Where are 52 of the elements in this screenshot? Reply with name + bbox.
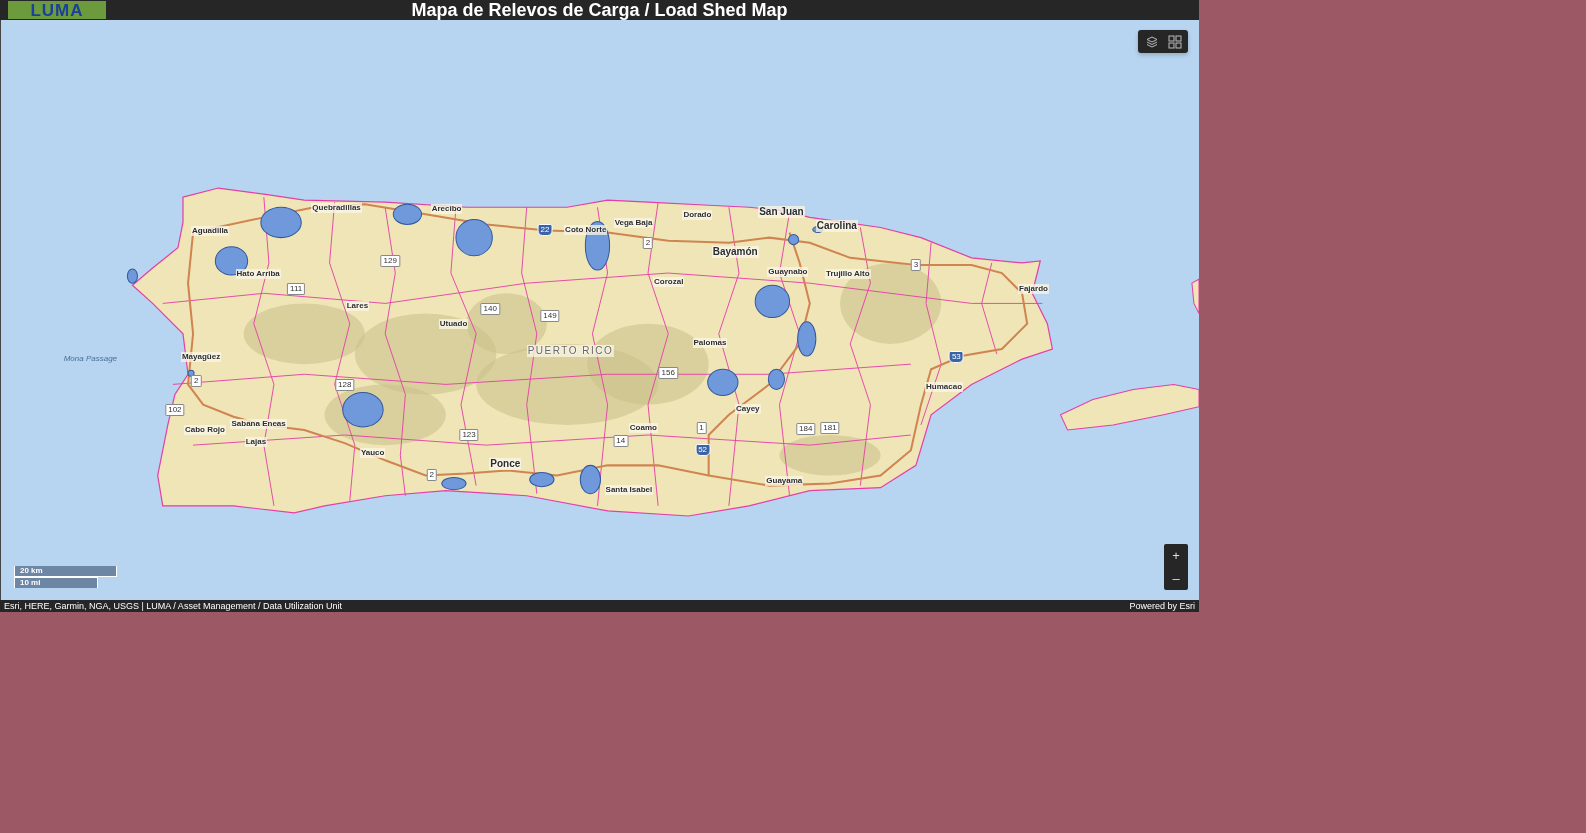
road-shield: 140 bbox=[480, 303, 500, 316]
town-label: Sabana Eneas bbox=[230, 418, 287, 429]
road-shield: 2 bbox=[642, 236, 654, 249]
town-label: Coto Norte bbox=[564, 224, 608, 235]
road-shield: 53 bbox=[948, 351, 964, 364]
attribution-text: Esri, HERE, Garmin, NGA, USGS | LUMA / Asset Management / Data Utilization Unit bbox=[4, 601, 342, 611]
town-label: Palomas bbox=[692, 337, 728, 348]
road-shield: 3 bbox=[910, 258, 922, 271]
scale-bar-imperial: 10 mi bbox=[14, 577, 98, 588]
town-label: Mayagüez bbox=[180, 352, 222, 363]
town-label: Trujillo Alto bbox=[824, 269, 871, 280]
town-label: Cabo Rojo bbox=[184, 424, 226, 435]
road-shield: 1 bbox=[696, 421, 707, 434]
town-label: Yauco bbox=[359, 448, 386, 459]
city-label: San Juan bbox=[758, 206, 805, 219]
town-label: Arecibo bbox=[430, 204, 463, 215]
road-shield: 128 bbox=[335, 379, 355, 392]
page-title: Mapa de Relevos de Carga / Load Shed Map bbox=[411, 0, 788, 20]
road-shield: 2 bbox=[190, 375, 202, 388]
town-label: Santa Isabel bbox=[604, 484, 654, 495]
town-label: Quebradillas bbox=[311, 203, 362, 214]
town-label: Corozal bbox=[653, 277, 685, 288]
road-shield: 102 bbox=[165, 403, 185, 416]
town-label: Lajas bbox=[244, 437, 268, 448]
road-shield: 156 bbox=[658, 367, 678, 380]
scale-bar-metric: 20 km bbox=[14, 566, 117, 577]
town-label: Fajardo bbox=[1018, 284, 1049, 295]
town-label: Dorado bbox=[682, 210, 713, 221]
town-label: Aguadilla bbox=[191, 225, 230, 236]
town-label: Cayey bbox=[734, 403, 761, 414]
zoom-out-button[interactable]: – bbox=[1164, 567, 1188, 590]
road-shield: 14 bbox=[613, 435, 629, 448]
town-label: Lares bbox=[345, 301, 370, 312]
town-label: Hato Arriba bbox=[235, 269, 281, 280]
city-label: Ponce bbox=[489, 458, 522, 471]
powered-by-link[interactable]: Powered by Esri bbox=[1129, 601, 1195, 611]
road-shield: 2 bbox=[426, 469, 437, 482]
road-shield: 52 bbox=[695, 444, 711, 457]
town-label: Guayama bbox=[765, 475, 804, 486]
water-label: Mona Passage bbox=[62, 354, 119, 365]
road-shield: 123 bbox=[459, 429, 479, 441]
town-label: Utuado bbox=[438, 318, 469, 329]
town-label: Coamo bbox=[628, 422, 658, 433]
zoom-in-button[interactable]: + bbox=[1164, 544, 1188, 567]
town-label: Vega Baja bbox=[613, 218, 654, 229]
town-label: Guaynabo bbox=[767, 267, 809, 278]
road-shield: 111 bbox=[287, 283, 306, 296]
town-label: Humacao bbox=[925, 382, 964, 393]
basemap-gallery-icon[interactable] bbox=[1166, 33, 1183, 50]
region-label: PUERTO RICO bbox=[526, 345, 615, 357]
luma-logo: LUMA bbox=[8, 1, 106, 19]
city-label: Carolina bbox=[815, 220, 858, 233]
